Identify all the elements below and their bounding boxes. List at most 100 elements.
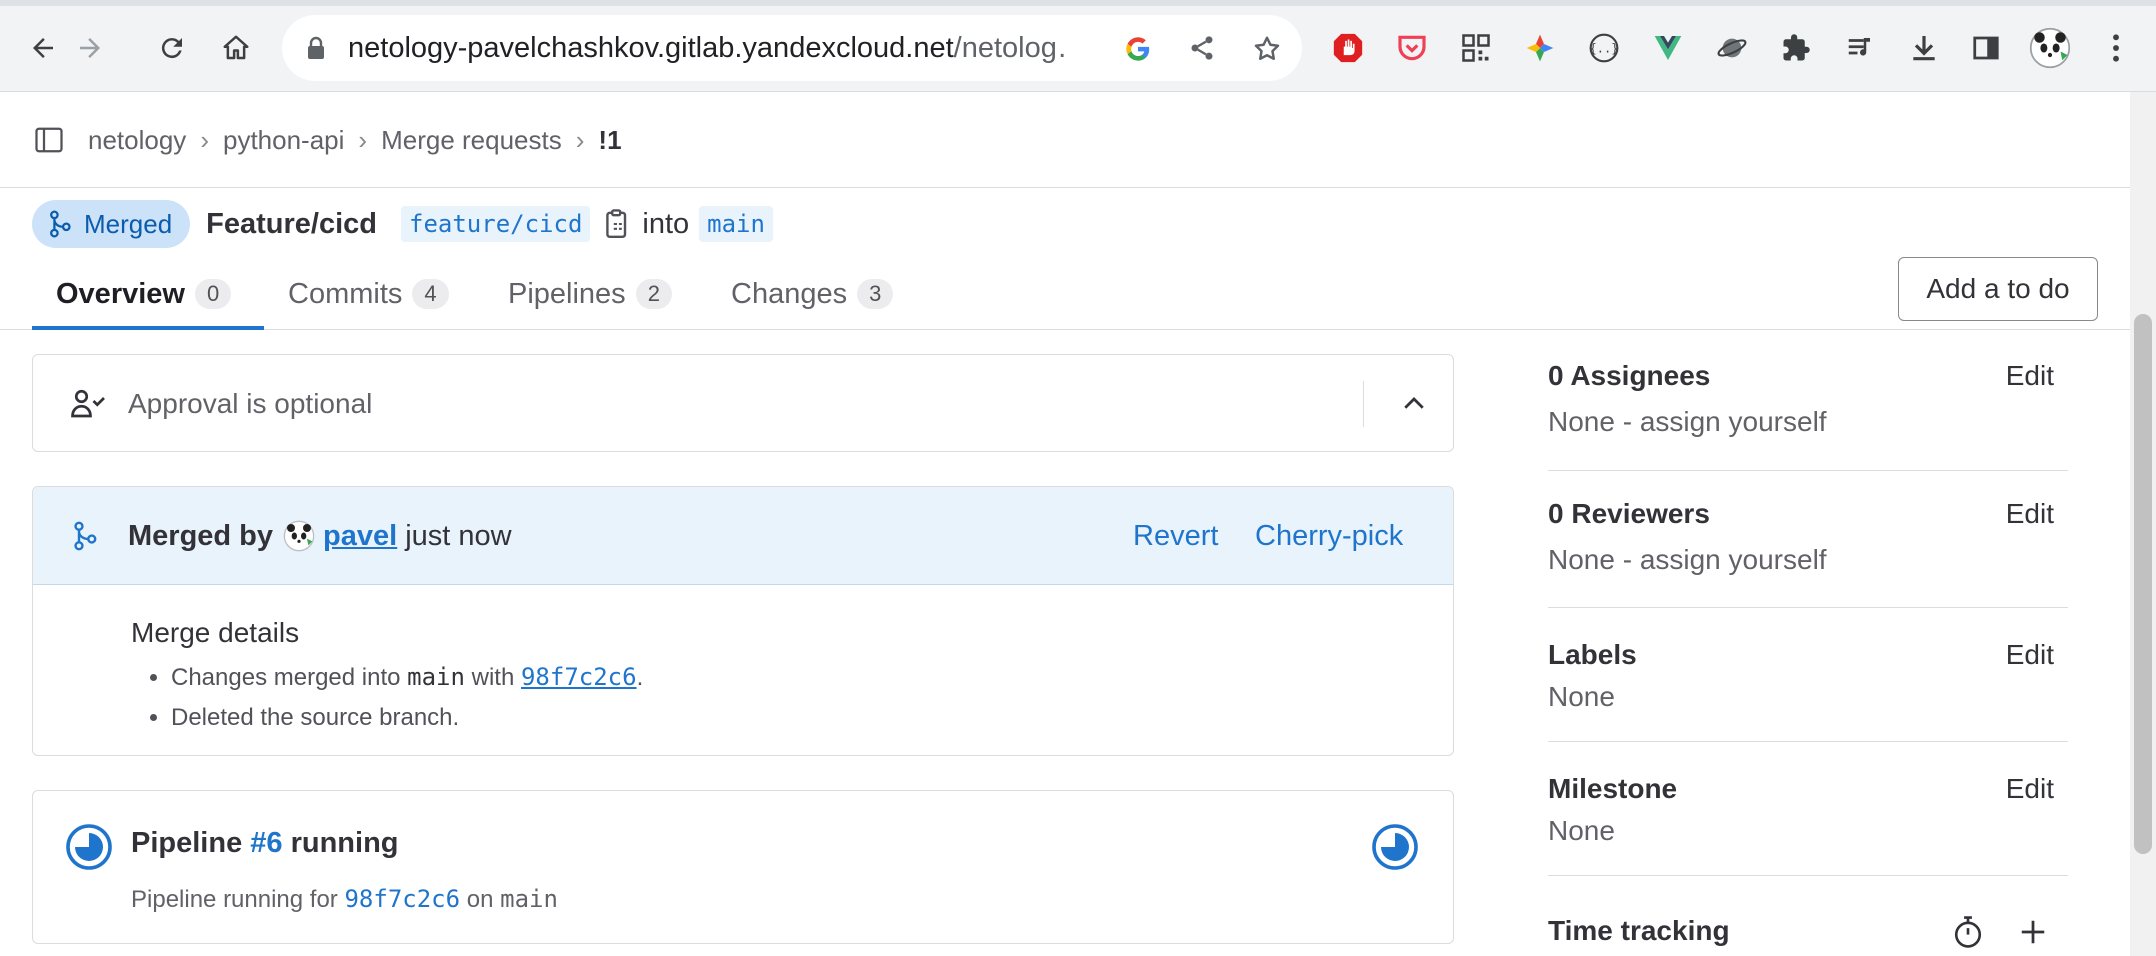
reload-icon [161,38,182,59]
tab-pipelines[interactable]: Pipelines 2 [508,258,672,330]
cherry-pick-button[interactable]: Cherry-pick [1255,487,1403,585]
merged-widget: Merged by pavel just now Revert Cherry-p… [32,486,1454,756]
pipeline-number-link[interactable]: #6 [250,827,282,859]
playlist-icon [1848,38,1870,56]
forward-icon [80,38,100,58]
pipeline-title: Pipeline #6 running [131,827,399,860]
extensions-button[interactable] [1774,26,1818,70]
breadcrumb-item-merge-requests[interactable]: Merge requests [381,125,562,156]
divider [1548,741,2068,742]
tab-commits[interactable]: Commits 4 [288,258,449,330]
tab-label: Commits [288,277,403,310]
labels-value: None [1548,681,1615,712]
list-item: Changes merged into main with 98f7c2c6. [171,663,643,692]
tab-label: Pipelines [508,277,626,310]
sidebar-icon [1973,36,1999,60]
chevron-up-icon[interactable] [1399,389,1429,419]
colorful-star-icon [1526,34,1554,62]
home-button[interactable] [208,20,264,76]
color-extension[interactable] [1518,26,1562,70]
stopwatch-icon[interactable] [1952,915,1984,949]
sidebar-labels: Labels None Edit [1548,639,2068,713]
milestone-title: Milestone [1548,773,1678,804]
merged-by-user-link[interactable]: pavel [323,520,397,553]
merge-icon [50,210,71,238]
planet-icon [1717,38,1747,58]
edit-reviewers-button[interactable]: Edit [2006,498,2054,530]
plus-icon[interactable] [2018,917,2048,947]
pipeline-commit-link[interactable]: 98f7c2c6 [344,885,460,913]
scrollbar-thumb[interactable] [2134,314,2152,854]
divider [1548,470,2068,471]
lock-icon [308,36,324,59]
star-icon[interactable] [1252,34,1282,64]
labels-title: Labels [1548,639,1637,670]
pocket-extension[interactable] [1390,26,1434,70]
assignees-value[interactable]: None - assign yourself [1548,406,2068,438]
pipeline-status-icon[interactable] [1371,823,1419,871]
sidebar-milestone: Milestone None Edit [1548,773,2068,847]
into-label: into [642,207,690,240]
breadcrumb-item-current[interactable]: !1 [598,125,621,156]
planet-extension[interactable] [1710,26,1754,70]
pipeline-widget: Pipeline #6 running Pipeline running for… [32,790,1454,944]
merge-target-branch: main [407,663,465,691]
edit-assignees-button[interactable]: Edit [2006,360,2054,392]
qr-code-icon [1462,34,1490,62]
breadcrumb-bar: netology › python-api › Merge requests ›… [0,92,2156,188]
media-control-button[interactable] [1838,26,1882,70]
scrollbar[interactable] [2130,92,2156,956]
revert-button[interactable]: Revert [1133,487,1218,585]
tab-overview[interactable]: Overview 0 [56,258,232,330]
profile-avatar[interactable] [2028,26,2072,70]
mr-header: Merged Feature/cicd feature/cicd into ma… [32,200,773,248]
forward-button[interactable] [62,20,118,76]
chevron-right-icon: › [200,124,209,155]
edit-milestone-button[interactable]: Edit [2006,773,2054,805]
sidebar-assignees: 0 Assignees None - assign yourself Edit [1548,360,2068,438]
edit-labels-button[interactable]: Edit [2006,639,2054,671]
browser-menu-button[interactable] [2094,26,2138,70]
divider [1363,381,1364,427]
breadcrumb-item-netology[interactable]: netology [88,125,186,156]
tab-count: 3 [857,279,894,309]
user-avatar[interactable] [283,520,315,552]
json-braces-icon: {..} [1590,33,1619,63]
target-branch-link[interactable]: main [699,206,773,242]
google-icon[interactable] [1124,35,1152,63]
add-todo-button[interactable]: Add a to do [1898,257,2098,321]
json-extension[interactable]: {..} [1582,26,1626,70]
side-panel-button[interactable] [1964,26,2008,70]
vue-devtools-extension[interactable] [1646,26,1690,70]
pipeline-word: Pipeline [131,827,243,859]
panda-avatar-icon [2029,27,2071,69]
merge-details: Merge details Changes merged into main w… [131,617,643,744]
source-branch-link[interactable]: feature/cicd [401,206,591,242]
divider [1548,875,2068,876]
downloads-button[interactable] [1902,26,1946,70]
pipeline-branch: main [500,885,558,913]
reload-button[interactable] [144,20,200,76]
tab-changes[interactable]: Changes 3 [731,258,894,330]
merge-details-text: with [471,664,515,691]
home-icon [223,35,249,60]
copy-icon[interactable] [604,208,630,240]
pipeline-running-icon[interactable] [65,823,113,871]
merge-commit-link[interactable]: 98f7c2c6 [521,663,637,691]
tab-label: Changes [731,277,848,310]
merge-details-title: Merge details [131,617,300,648]
address-bar[interactable]: netology-pavelchashkov.gitlab.yandexclou… [282,15,1302,81]
qr-extension[interactable] [1454,26,1498,70]
status-badge: Merged [32,200,191,248]
sidebar-reviewers: 0 Reviewers None - assign yourself Edit [1548,498,2068,576]
breadcrumb-item-python-api[interactable]: python-api [223,125,344,156]
assignees-title: 0 Assignees [1548,360,1711,391]
adblock-extension[interactable] [1326,26,1370,70]
stop-hand-icon [1333,33,1363,63]
sidebar-toggle-icon[interactable] [34,125,64,155]
menu-icon [2113,34,2119,62]
svg-text:{..}: {..} [1590,42,1619,56]
reviewers-value[interactable]: None - assign yourself [1548,544,2068,576]
share-icon[interactable] [1188,34,1216,62]
tab-label: Overview [56,277,185,310]
